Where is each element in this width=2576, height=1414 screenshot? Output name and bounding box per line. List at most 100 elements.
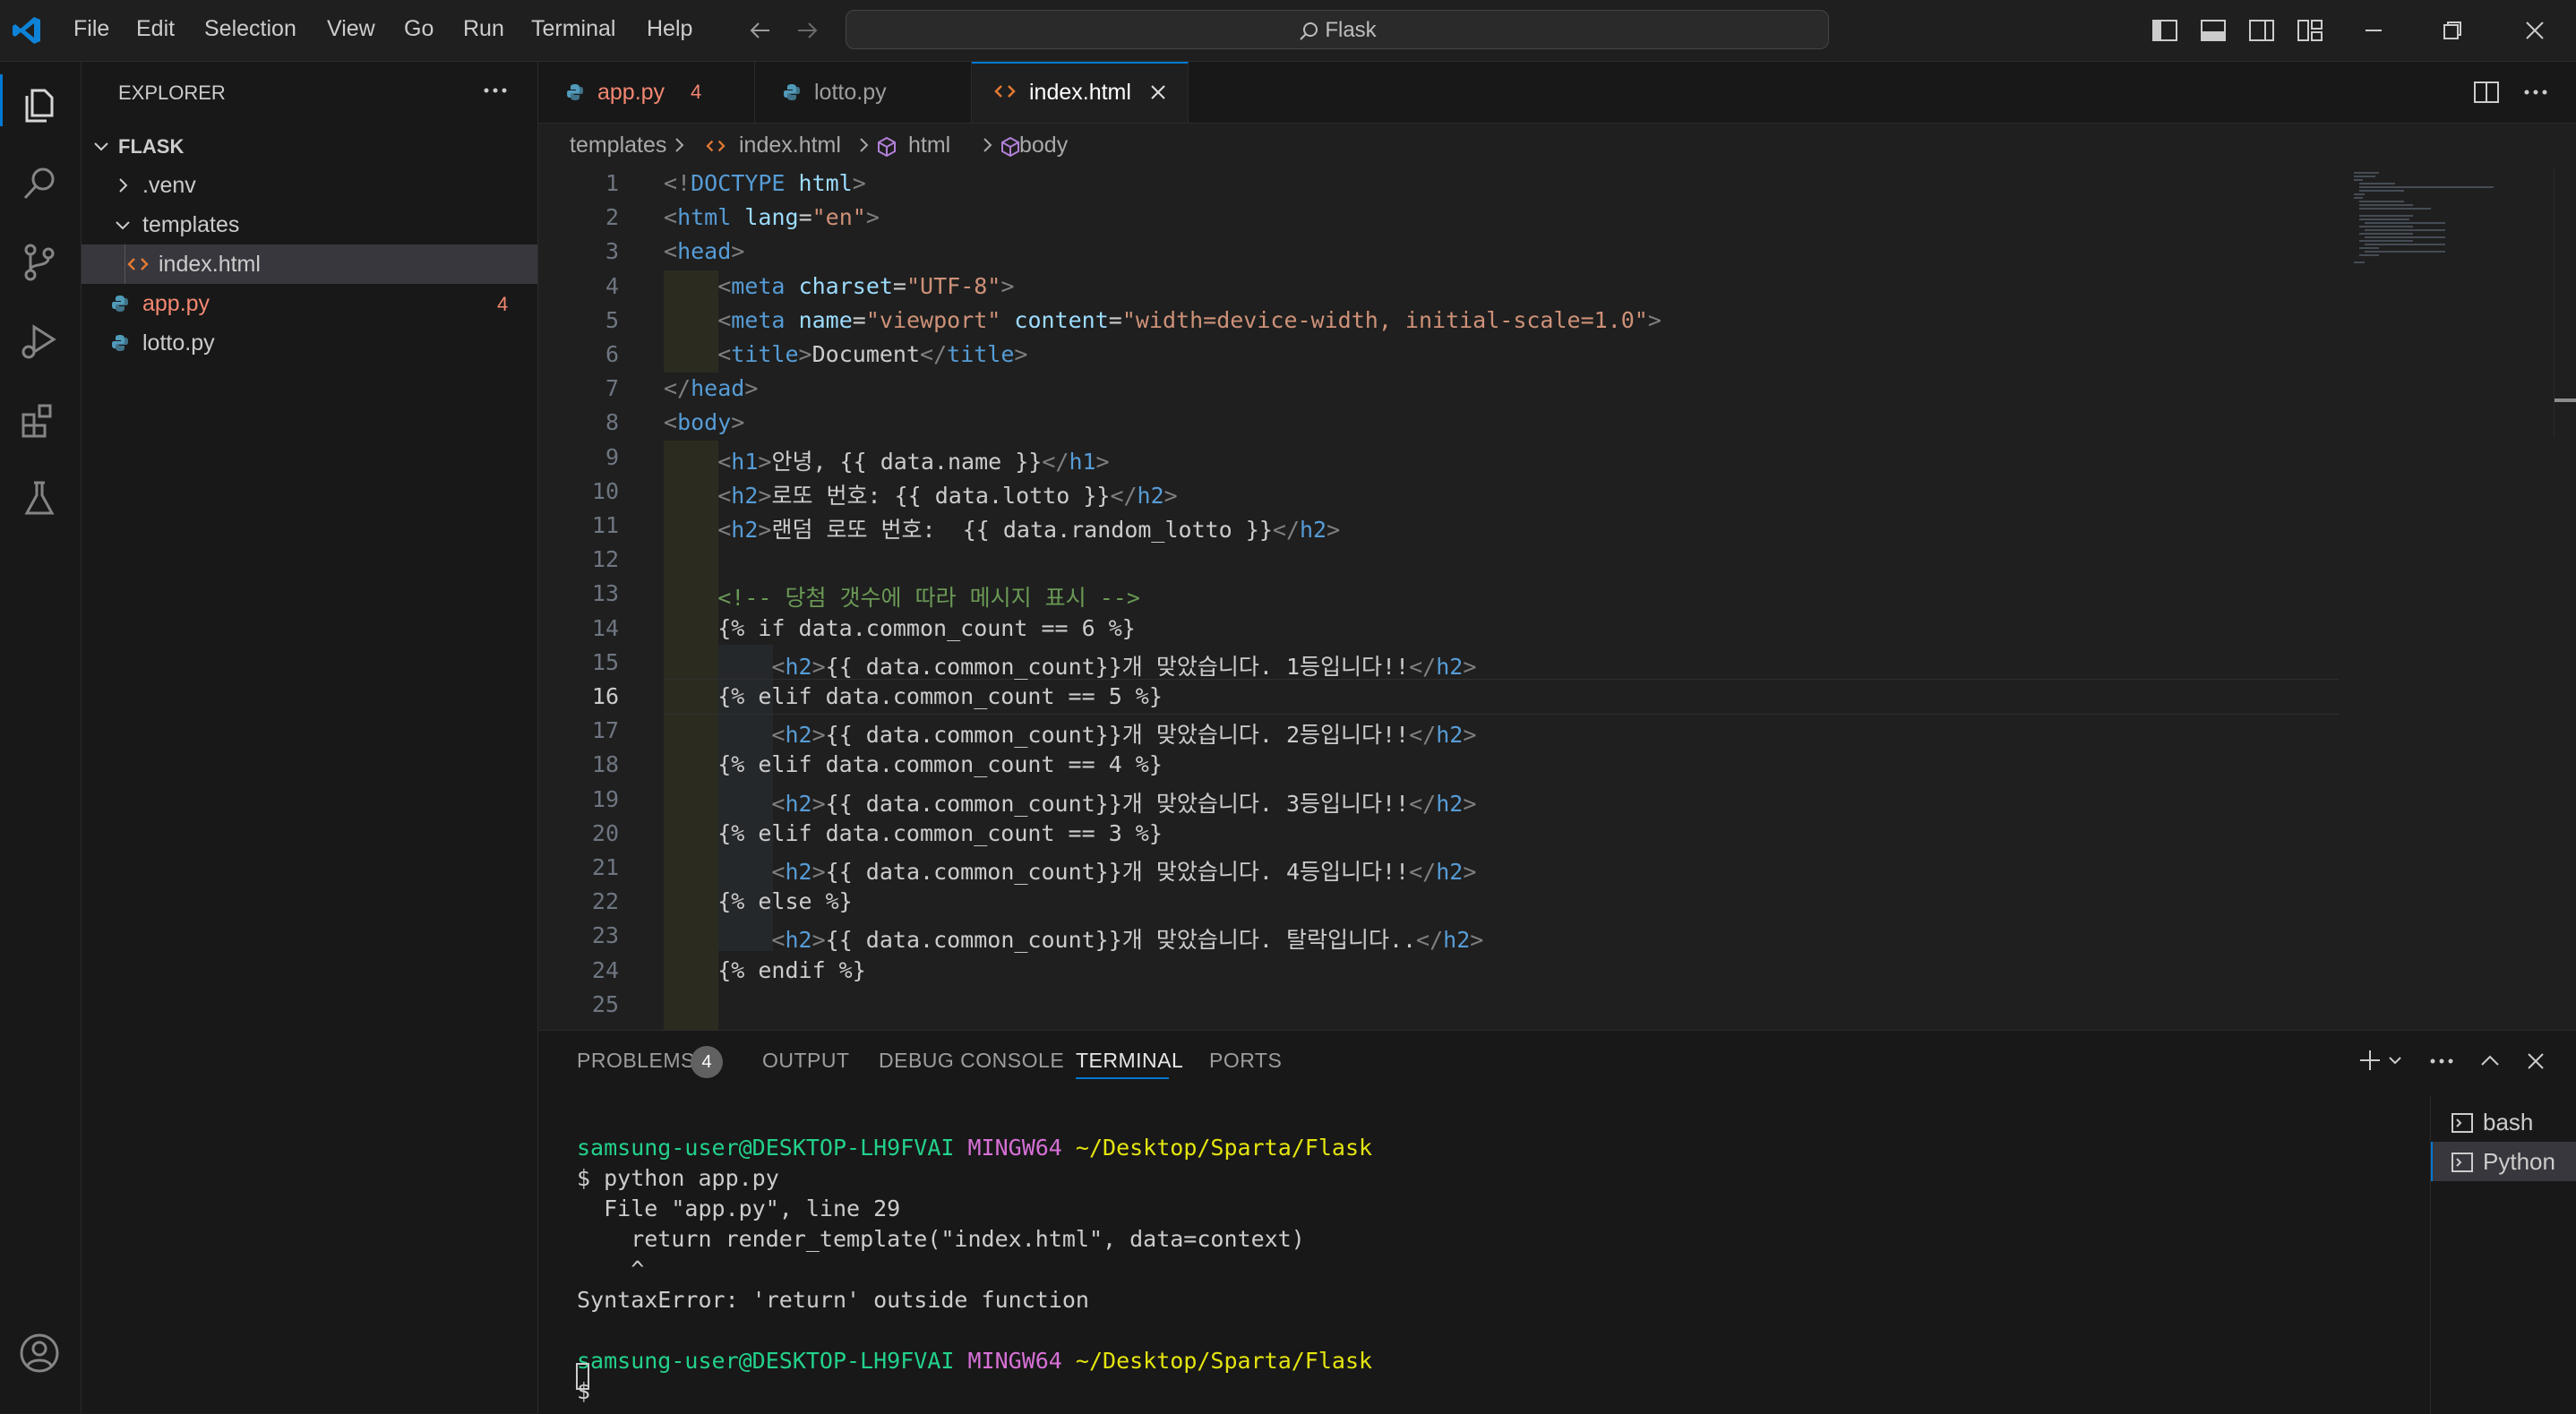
line-number: 3 [605,238,619,265]
line-number: 19 [591,785,619,812]
customize-layout-icon[interactable] [2297,18,2323,43]
code-line: </head> [664,375,759,402]
close-tab-icon[interactable] [1147,81,1169,103]
tree-item-app-py[interactable]: app.py 4 [82,284,537,323]
menu-edit[interactable]: Edit [136,16,175,42]
terminal-item-python[interactable]: Python [2431,1142,2576,1181]
tree-item-label: templates [142,212,240,237]
tab-ports[interactable]: PORTS [1209,1049,1282,1073]
close-panel-icon[interactable] [2523,1049,2548,1074]
folder-root-label: FLASK [118,135,185,158]
code-line: <h2>{{ data.common_count}}개 맞았습니다. 탈락입니다… [771,927,1484,954]
title-bar: File Edit Selection View Go Run Terminal… [0,0,2576,62]
menu-view[interactable]: View [327,16,375,42]
restore-window-icon[interactable] [2440,18,2465,43]
account-icon[interactable] [18,1332,61,1375]
forward-arrow-icon[interactable] [794,18,820,43]
testing-icon[interactable] [18,477,61,520]
maximize-panel-icon[interactable] [2477,1049,2503,1074]
terminal-item-label: Python [2483,1148,2555,1175]
breadcrumb: templates index.html html body [538,124,2576,168]
bottom-panel: PROBLEMS 4 OUTPUT DEBUG CONSOLE TERMINAL… [538,1030,2576,1414]
menu-file[interactable]: File [73,16,109,42]
source-control-icon[interactable] [18,241,61,284]
line-number: 12 [591,546,619,573]
line-number: 17 [591,717,619,744]
terminal-line: return render_template("index.html", dat… [577,1226,1305,1252]
code-line: <h2>{{ data.common_count}}개 맞았습니다. 2등입니다… [771,722,1477,749]
command-center-search[interactable]: Flask [846,10,1829,49]
code-line: <h2>로또 번호: {{ data.lotto }}</h2> [717,482,1178,509]
menu-selection[interactable]: Selection [204,16,296,42]
vscode-logo-icon [11,14,43,47]
line-number: 8 [605,409,619,436]
terminal-line: File "app.py", line 29 [577,1195,901,1221]
tab-problems[interactable]: PROBLEMS [577,1049,695,1073]
tab-label: index.html [1029,80,1131,105]
terminal-line: ^ [577,1256,645,1282]
vertical-scrollbar[interactable] [2554,168,2576,437]
toggle-primary-sidebar-icon[interactable] [2151,18,2178,43]
breadcrumb-item[interactable]: body [1019,133,1068,159]
tab-label: app.py [597,80,665,105]
code-line: <!-- 당첨 갯수에 따라 메시지 표시 --> [717,585,1140,612]
more-actions-icon[interactable] [482,81,509,99]
minimize-window-icon[interactable] [2361,18,2386,43]
menu-help[interactable]: Help [647,16,692,42]
breadcrumb-item[interactable]: html [908,133,950,159]
menu-terminal[interactable]: Terminal [531,16,615,42]
chevron-right-icon [671,136,687,154]
split-editor-icon[interactable] [2473,80,2500,105]
tree-item-venv[interactable]: .venv [82,166,537,205]
line-number: 10 [591,477,619,504]
tab-lotto-py[interactable]: lotto.py [755,62,972,123]
folder-root[interactable]: FLASK [82,126,537,166]
chevron-right-icon [979,136,995,154]
code-editor[interactable]: 1 <!DOCTYPE html> 2 <html lang="en"> 3 <head>… [538,168,2576,1030]
terminal-icon [2451,1151,2474,1174]
tab-terminal[interactable]: TERMINAL [1076,1049,1183,1073]
active-indicator [0,74,3,126]
tab-index-html[interactable]: index.html [972,62,1189,123]
close-window-icon[interactable] [2522,18,2547,43]
menu-run[interactable]: Run [463,16,504,42]
terminal-item-bash[interactable]: bash [2431,1102,2576,1142]
extensions-icon[interactable] [18,398,61,441]
code-line: <h2>{{ data.common_count}}개 맞았습니다. 3등입니다… [771,790,1477,817]
tree-item-index-html[interactable]: index.html [82,244,537,284]
line-number: 24 [591,956,619,983]
tree-item-label: app.py [142,291,210,316]
run-and-debug-icon[interactable] [18,320,61,363]
tab-debug-console[interactable]: DEBUG CONSOLE [879,1049,1064,1073]
tree-item-templates[interactable]: templates [82,205,537,244]
search-view-icon[interactable] [18,162,61,205]
menu-go[interactable]: Go [404,16,434,42]
breadcrumb-item[interactable]: templates [570,133,666,159]
minimap[interactable] [2343,168,2576,1030]
html-file-icon [126,255,150,273]
line-number: 14 [591,614,619,641]
chevron-down-icon[interactable] [2387,1052,2403,1068]
explorer-icon[interactable] [18,83,61,126]
code-line: <body> [664,409,745,436]
more-actions-icon[interactable] [2428,1054,2455,1068]
code-line: <meta name="viewport" content="width=dev… [717,306,1662,333]
new-terminal-icon[interactable] [2357,1047,2383,1074]
line-number: 15 [591,648,619,675]
tree-item-label: .venv [142,173,196,198]
tab-error-badge: 4 [691,81,702,103]
line-number: 5 [605,306,619,333]
tab-output[interactable]: OUTPUT [762,1049,850,1073]
active-tab-underline [1076,1077,1169,1079]
explorer-header: EXPLORER [118,81,226,104]
back-arrow-icon[interactable] [748,18,773,43]
toggle-panel-icon[interactable] [2200,18,2227,43]
search-icon [1298,21,1319,42]
toggle-secondary-sidebar-icon[interactable] [2248,18,2275,43]
tab-app-py[interactable]: app.py 4 [538,62,755,123]
line-number: 18 [591,751,619,778]
tree-item-lotto-py[interactable]: lotto.py [82,323,537,363]
problems-count-badge: 4 [691,1046,723,1078]
more-actions-icon[interactable] [2522,85,2549,99]
breadcrumb-item[interactable]: index.html [739,133,841,159]
